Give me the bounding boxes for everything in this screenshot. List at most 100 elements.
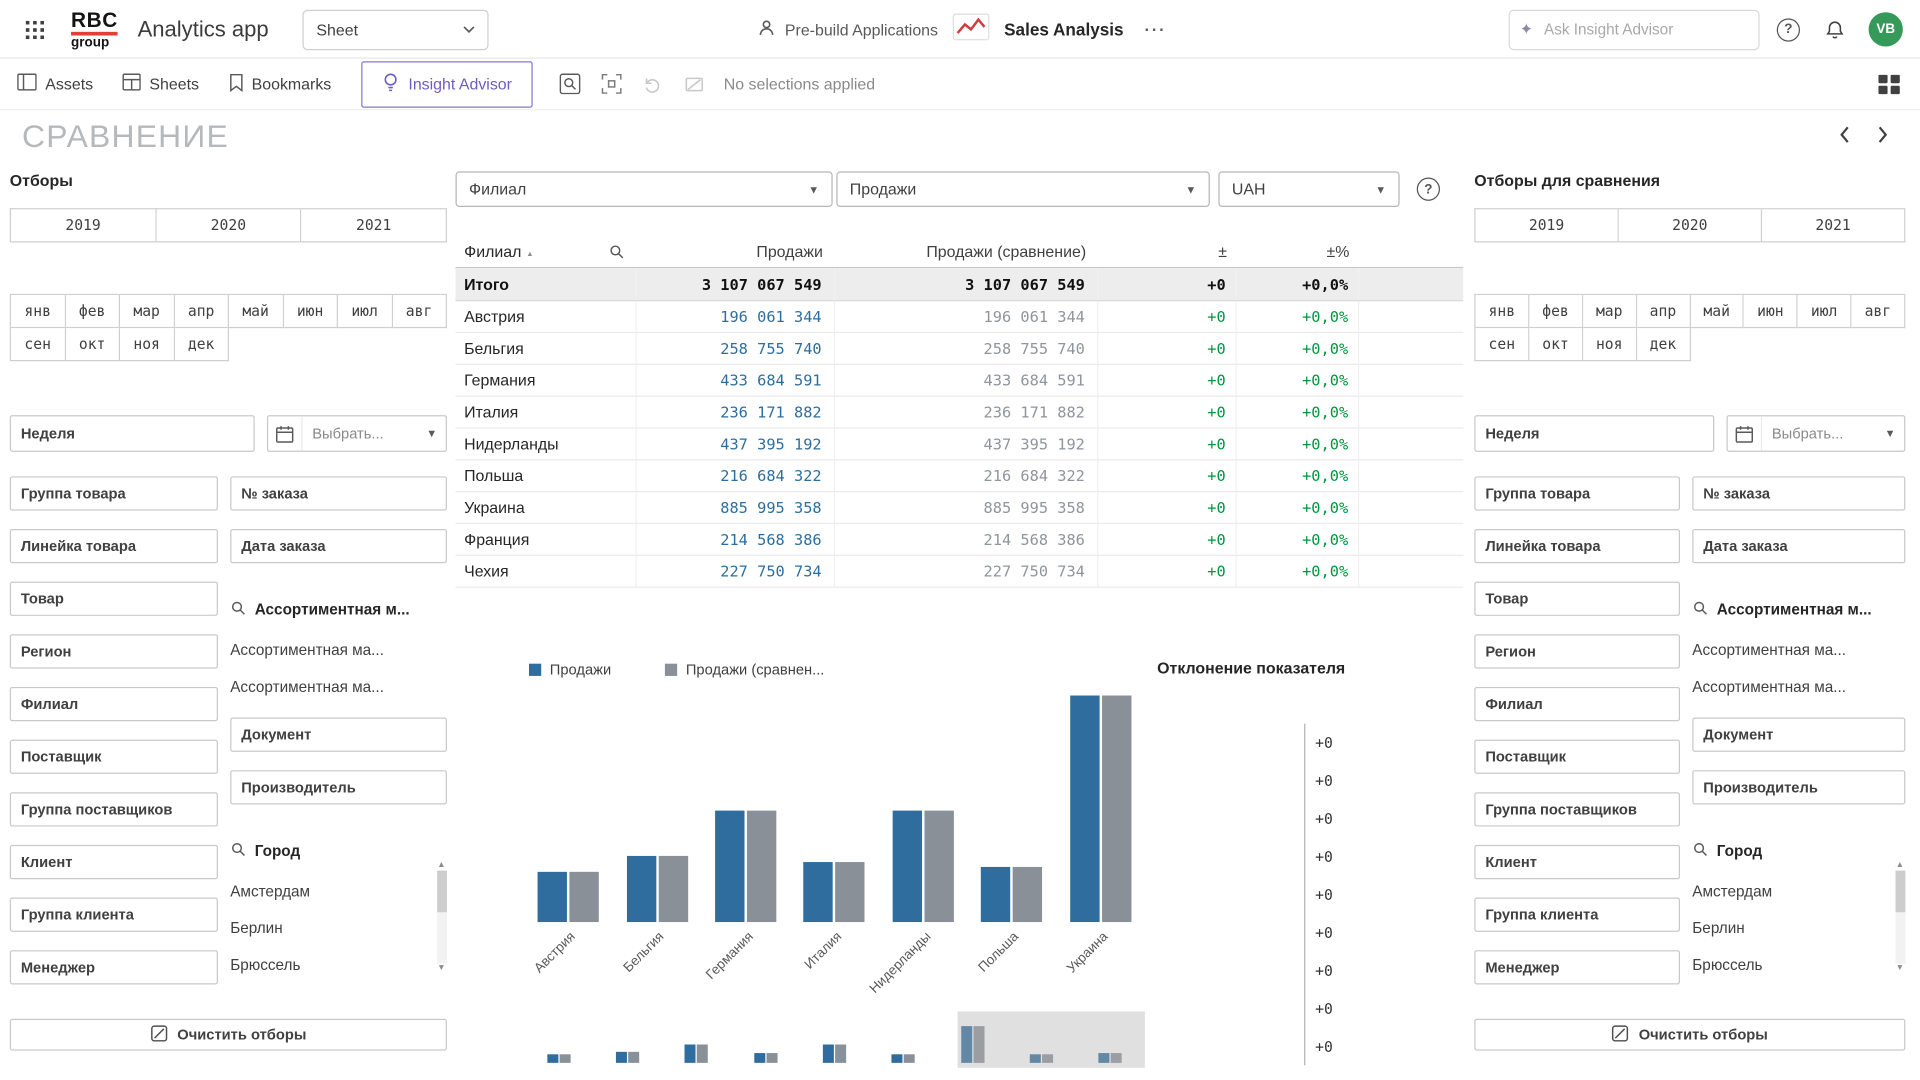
cell-delta[interactable]: +0 [1098,365,1236,396]
previous-sheet-button[interactable] [1839,125,1850,145]
list-item[interactable]: Ассортиментная ма... [1692,642,1905,659]
cell-sales[interactable]: 196 061 344 [637,301,835,332]
filter-field[interactable]: Поставщик [1474,740,1680,774]
filter-field[interactable]: Группа товара [1474,476,1680,510]
year-value[interactable]: 2020 [1619,209,1762,242]
cell-sales[interactable]: 236 171 882 [637,397,835,428]
cell-delta[interactable]: +0 [1098,492,1236,523]
bar-group[interactable]: Нидерланды [893,811,954,922]
cell-dimension[interactable]: Чехия [456,556,637,587]
month-value[interactable]: окт [1529,328,1583,361]
bar-sales[interactable] [893,811,922,922]
bar-group[interactable]: Германия [715,811,776,922]
chart-scroll-minimap[interactable] [524,1016,1145,1063]
cell-delta-pct[interactable]: +0,0% [1237,365,1359,396]
cell-comparison[interactable]: 258 755 740 [835,333,1098,364]
filter-field[interactable]: № заказа [230,476,447,510]
more-menu-button[interactable]: ⋯ [1138,17,1170,43]
scroll-down-icon[interactable]: ▼ [1896,964,1904,974]
table-row[interactable]: Чехия 227 750 734 227 750 734 +0 +0,0% [456,556,1464,588]
bar-comparison[interactable] [1013,867,1042,922]
list-item[interactable]: Брюссель [230,956,447,973]
cell-delta[interactable]: +0 [1098,460,1236,491]
assets-button[interactable]: Assets [17,73,93,94]
month-value[interactable]: мар [1583,295,1637,328]
step-back-button-disabled[interactable] [636,67,670,101]
assortment-listbox-header[interactable]: Ассортиментная м... [230,600,447,620]
app-grid-icon[interactable] [17,12,51,46]
cell-delta[interactable]: +0 [1098,397,1236,428]
cell-sales[interactable]: 885 995 358 [637,492,835,523]
column-header-sales[interactable]: Продажи [637,235,835,267]
filter-field[interactable]: Группа поставщиков [10,792,218,826]
clear-selections-button[interactable]: Очистить отборы [10,1019,447,1051]
filter-field[interactable]: Группа клиента [1474,898,1680,932]
cell-delta-pct[interactable]: +0,0% [1237,333,1359,364]
filter-field[interactable]: Производитель [1692,770,1905,804]
measure-dropdown[interactable]: Продажи ▼ [836,171,1209,207]
month-value[interactable]: авг [392,295,446,328]
bar-sales[interactable] [626,856,655,922]
cell-delta[interactable]: +0 [1098,301,1236,332]
cell-dimension[interactable]: Украина [456,492,637,523]
month-value[interactable]: июн [1744,295,1798,328]
cell-dimension[interactable]: Польша [456,460,637,491]
list-item[interactable]: Ассортиментная ма... [1692,678,1905,695]
filter-field[interactable]: Документ [230,718,447,752]
help-button[interactable]: ? [1777,18,1800,41]
year-value[interactable]: 2021 [302,209,447,242]
insight-advisor-button[interactable]: Insight Advisor [361,61,533,108]
filter-field[interactable]: Линейка товара [10,529,218,563]
cell-dimension[interactable]: Франция [456,524,637,555]
cell-dimension[interactable]: Германия [456,365,637,396]
scrollbar-thumb[interactable] [437,871,447,913]
legend-item-comparison[interactable]: Продажи (сравнен... [665,661,824,678]
cell-comparison[interactable]: 885 995 358 [835,492,1098,523]
cell-sales[interactable]: 216 684 322 [637,460,835,491]
bar-comparison[interactable] [1102,696,1131,923]
bar-comparison[interactable] [836,862,865,922]
legend-item-sales[interactable]: Продажи [529,661,611,678]
month-value[interactable]: фев [1529,295,1583,328]
cell-dimension[interactable]: Бельгия [456,333,637,364]
column-header-delta[interactable]: ± [1098,235,1236,267]
bar-sales[interactable] [538,872,567,922]
city-list-scrollbar[interactable]: ▲ ▼ [436,861,447,974]
list-item[interactable]: Амстердам [230,883,447,900]
year-value[interactable]: 2019 [11,209,156,242]
list-item[interactable]: Берлин [1692,920,1905,937]
info-help-button[interactable]: ? [1417,178,1440,201]
cell-comparison[interactable]: 437 395 192 [835,429,1098,460]
cell-delta-pct[interactable]: +0,0% [1237,460,1359,491]
month-value[interactable]: янв [11,295,65,328]
table-row[interactable]: Польша 216 684 322 216 684 322 +0 +0,0% [456,460,1464,492]
column-header-dimension[interactable]: Филиал ▲ [456,235,637,267]
bar-group[interactable]: Австрия [538,872,599,922]
filter-field[interactable]: Группа товара [10,476,218,510]
filter-field[interactable]: Линейка товара [1474,529,1680,563]
table-row[interactable]: Германия 433 684 591 433 684 591 +0 +0,0… [456,365,1464,397]
filter-field[interactable]: Товар [10,582,218,616]
month-value[interactable]: май [229,295,283,328]
filter-field[interactable]: Товар [1474,582,1680,616]
column-header-comparison[interactable]: Продажи (сравнение) [835,235,1098,267]
cell-sales[interactable]: 433 684 591 [637,365,835,396]
month-value[interactable]: мар [120,295,174,328]
cell-sales[interactable]: 214 568 386 [637,524,835,555]
cell-delta-pct[interactable]: +0,0% [1237,556,1359,587]
table-row[interactable]: Франция 214 568 386 214 568 386 +0 +0,0% [456,524,1464,556]
notifications-bell-icon[interactable] [1817,12,1851,46]
week-filter-field[interactable]: Неделя [1474,415,1714,452]
month-value[interactable]: май [1690,295,1744,328]
clear-comparison-selections-button[interactable]: Очистить отборы [1474,1019,1905,1051]
bar-comparison[interactable] [570,872,599,922]
bar-group[interactable]: Бельгия [626,856,687,922]
month-value[interactable]: апр [1637,295,1691,328]
bar-comparison[interactable] [924,811,953,922]
scroll-up-icon[interactable]: ▲ [437,861,445,871]
table-row[interactable]: Украина 885 995 358 885 995 358 +0 +0,0% [456,492,1464,524]
month-value[interactable]: окт [66,328,120,361]
bar-group[interactable]: Польша [981,867,1042,922]
filter-field[interactable]: Производитель [230,770,447,804]
cell-delta-pct[interactable]: +0,0% [1237,524,1359,555]
